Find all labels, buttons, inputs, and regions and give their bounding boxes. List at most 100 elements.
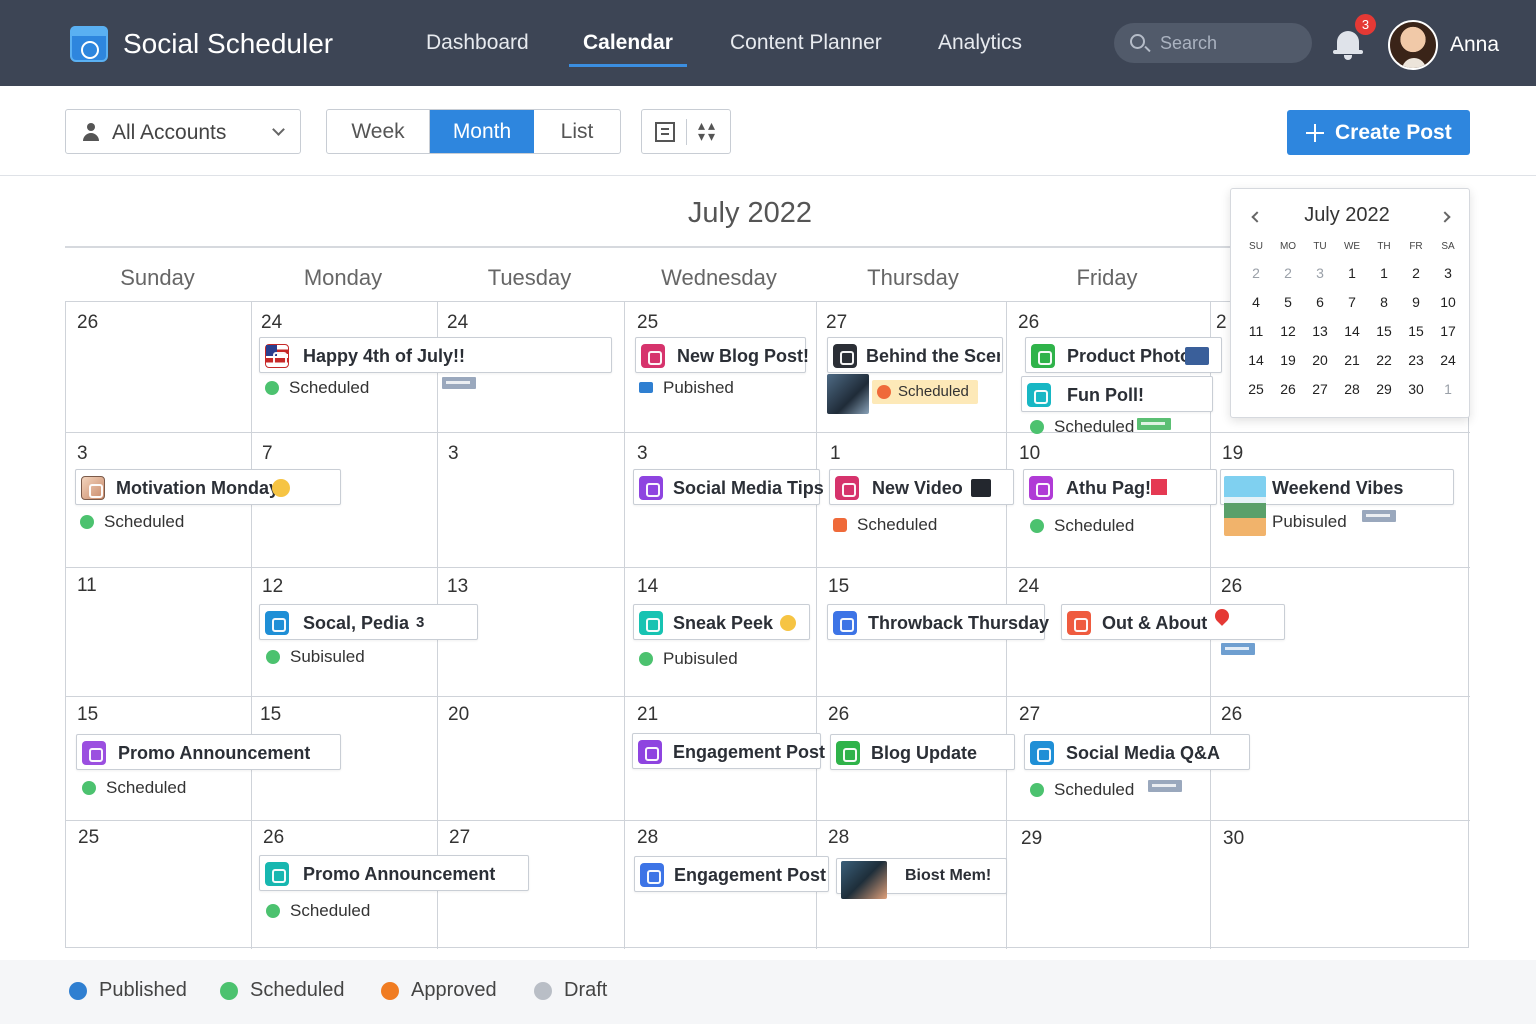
view-list-button[interactable]: List (534, 110, 620, 153)
post-card[interactable]: Product Photo (1025, 337, 1222, 373)
day-number[interactable]: 3 (77, 443, 88, 465)
bell-icon[interactable] (1333, 30, 1363, 60)
day-number[interactable]: 24 (1018, 576, 1039, 598)
day-number[interactable]: 21 (637, 704, 658, 726)
create-post-button[interactable]: Create Post (1287, 110, 1470, 155)
day-number[interactable]: 12 (262, 576, 283, 598)
nav-content-planner[interactable]: Content Planner (730, 31, 882, 55)
mini-calendar-day[interactable]: 2 (1243, 265, 1269, 281)
mini-calendar-day[interactable]: 1 (1435, 381, 1461, 397)
mini-calendar-day[interactable]: 9 (1403, 294, 1429, 310)
post-card[interactable]: Blog Update (830, 734, 1015, 770)
day-number[interactable]: 3 (448, 443, 459, 465)
mini-calendar-day[interactable]: 20 (1307, 352, 1333, 368)
day-number[interactable]: 27 (826, 312, 847, 334)
mini-calendar-day[interactable]: 24 (1435, 352, 1461, 368)
nav-dashboard[interactable]: Dashboard (426, 31, 529, 55)
post-card[interactable]: Engagement Post (634, 856, 829, 892)
mini-calendar-day[interactable]: 21 (1339, 352, 1365, 368)
post-card[interactable]: Athu Pag! (1023, 469, 1217, 505)
mini-calendar-day[interactable]: 4 (1243, 294, 1269, 310)
day-number[interactable]: 27 (449, 827, 470, 849)
post-card[interactable]: Happy 4th of July!! (259, 337, 612, 373)
mini-calendar-day[interactable]: 15 (1371, 323, 1397, 339)
post-card[interactable]: New Video (829, 469, 1014, 505)
day-number[interactable]: 26 (263, 827, 284, 849)
mini-calendar-day[interactable]: 3 (1435, 265, 1461, 281)
avatar[interactable] (1388, 20, 1438, 70)
day-number[interactable]: 13 (447, 576, 468, 598)
post-card[interactable]: Social Media Tips (633, 469, 824, 505)
day-number[interactable]: 26 (77, 312, 98, 334)
post-card[interactable]: Social Media Q&A (1024, 734, 1250, 770)
post-card[interactable]: Socal, Pedia 3 (259, 604, 478, 640)
mini-calendar-day[interactable]: 27 (1307, 381, 1333, 397)
mini-calendar-day[interactable]: 3 (1307, 265, 1333, 281)
view-week-button[interactable]: Week (327, 110, 430, 153)
search-box[interactable] (1114, 23, 1312, 63)
day-number[interactable]: 20 (448, 704, 469, 726)
post-card[interactable]: Weekend Vibes (1220, 469, 1454, 536)
day-number[interactable]: 24 (261, 312, 282, 334)
mini-calendar-day[interactable]: 12 (1275, 323, 1301, 339)
day-number[interactable]: 19 (1222, 443, 1243, 465)
day-number[interactable]: 28 (637, 827, 658, 849)
post-card[interactable]: Promo Announcement (259, 855, 529, 891)
mini-calendar-day[interactable]: 14 (1243, 352, 1269, 368)
post-card[interactable]: Biost Mem! (836, 858, 1007, 899)
search-input[interactable] (1160, 31, 1300, 55)
post-card[interactable]: Motivation Monday (75, 469, 341, 505)
nav-analytics[interactable]: Analytics (938, 31, 1022, 55)
day-number[interactable]: 26 (1221, 704, 1242, 726)
mini-calendar-day[interactable]: 2 (1403, 265, 1429, 281)
mini-calendar-day[interactable]: 1 (1339, 265, 1365, 281)
day-number[interactable]: 3 (637, 443, 648, 465)
day-number[interactable]: 26 (1221, 576, 1242, 598)
mini-calendar-day[interactable]: 22 (1371, 352, 1397, 368)
mini-calendar-day[interactable]: 15 (1403, 323, 1429, 339)
post-card[interactable]: Throwback Thursday (827, 604, 1049, 640)
mini-calendar-day[interactable]: 7 (1339, 294, 1365, 310)
day-number[interactable]: 14 (637, 576, 658, 598)
mini-calendar-day[interactable]: 6 (1307, 294, 1333, 310)
day-number[interactable]: 10 (1019, 443, 1040, 465)
day-number[interactable]: 1 (830, 443, 841, 465)
post-card[interactable]: Out & About (1061, 604, 1285, 640)
day-number[interactable]: 28 (828, 827, 849, 849)
post-card[interactable]: Promo Announcement (76, 734, 341, 770)
mini-calendar-day[interactable]: 25 (1243, 381, 1269, 397)
layout-icon[interactable] (655, 122, 675, 142)
day-number[interactable]: 25 (78, 827, 99, 849)
day-number[interactable]: 30 (1223, 828, 1244, 850)
day-number[interactable]: 2 (1216, 312, 1227, 334)
mini-calendar-day[interactable]: 19 (1275, 352, 1301, 368)
day-number[interactable]: 27 (1019, 704, 1040, 726)
mini-calendar-day[interactable]: 26 (1275, 381, 1301, 397)
post-card[interactable]: Sneak Peek (633, 604, 810, 640)
mini-calendar-day[interactable]: 28 (1339, 381, 1365, 397)
day-number[interactable]: 15 (260, 704, 281, 726)
mini-calendar-day[interactable]: 8 (1371, 294, 1397, 310)
accounts-dropdown[interactable]: All Accounts (65, 109, 301, 154)
mini-calendar-day[interactable]: 30 (1403, 381, 1429, 397)
mini-calendar-day[interactable]: 2 (1275, 265, 1301, 281)
day-number[interactable]: 7 (262, 443, 273, 465)
user-name[interactable]: Anna (1450, 33, 1499, 57)
post-card[interactable]: Behind the Scenes (827, 337, 1003, 373)
mini-calendar-day[interactable]: 10 (1435, 294, 1461, 310)
mini-calendar-day[interactable]: 17 (1435, 323, 1461, 339)
view-month-button[interactable]: Month (430, 110, 534, 153)
mini-calendar-day[interactable]: 23 (1403, 352, 1429, 368)
day-number[interactable]: 26 (1018, 312, 1039, 334)
day-number[interactable]: 26 (828, 704, 849, 726)
day-number[interactable]: 15 (77, 704, 98, 726)
day-number[interactable]: 15 (828, 576, 849, 598)
mini-calendar-day[interactable]: 5 (1275, 294, 1301, 310)
post-card[interactable]: New Blog Post! (635, 337, 809, 373)
mini-calendar-day[interactable]: 29 (1371, 381, 1397, 397)
post-card[interactable]: Fun Poll! (1021, 376, 1213, 412)
post-card[interactable]: Engagement Post (632, 733, 825, 769)
day-number[interactable]: 25 (637, 312, 658, 334)
expand-collapse-icon[interactable]: ▴▴ ▾▾ (697, 118, 719, 143)
mini-calendar-day[interactable]: 13 (1307, 323, 1333, 339)
